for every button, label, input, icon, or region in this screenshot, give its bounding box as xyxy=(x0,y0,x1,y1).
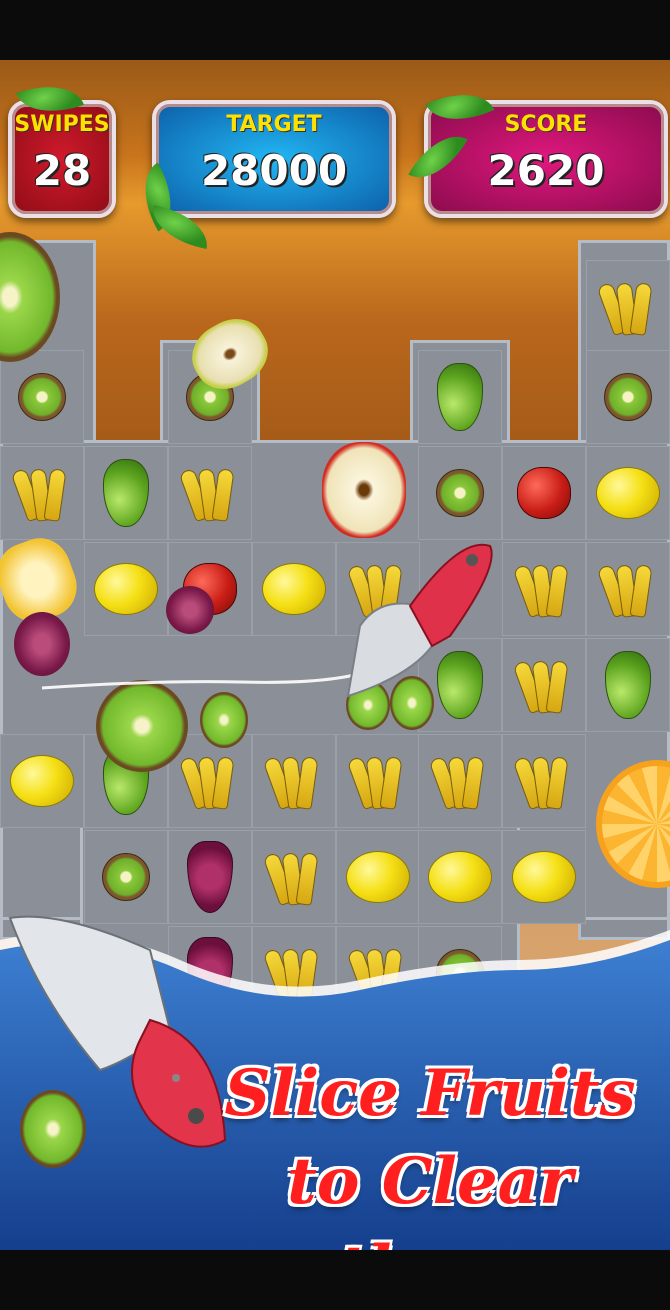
fruit-tile[interactable] xyxy=(418,446,502,540)
lemon-icon xyxy=(428,851,492,903)
banana-icon xyxy=(178,751,239,811)
nav-bar-bottom xyxy=(0,1250,670,1310)
banana-icon xyxy=(596,559,657,619)
banana-icon xyxy=(10,463,71,523)
pear-icon xyxy=(605,651,651,719)
fruit-tile[interactable] xyxy=(252,830,336,924)
caption-line-2: to Clear them xyxy=(287,1144,573,1250)
grape-slice-icon xyxy=(166,586,214,634)
kiwi-slice-icon xyxy=(20,1090,86,1168)
target-label: TARGET xyxy=(226,112,322,137)
banana-icon xyxy=(262,847,323,907)
fruit-tile[interactable] xyxy=(252,542,336,636)
lemon-icon xyxy=(94,563,158,615)
banana-icon xyxy=(512,655,573,715)
lemon-icon xyxy=(512,851,576,903)
grape-icon xyxy=(187,841,233,913)
fruit-tile[interactable] xyxy=(586,638,670,732)
game-scene: SWIPES 28 TARGET 28000 SCORE 2620 Slice … xyxy=(0,60,670,1250)
fruit-tile[interactable] xyxy=(502,830,586,924)
status-bar-top xyxy=(0,0,670,60)
pear-icon xyxy=(103,459,149,527)
banana-icon xyxy=(178,463,239,523)
fruit-tile[interactable] xyxy=(502,542,586,636)
fruit-tile[interactable] xyxy=(586,542,670,636)
promo-caption: Slice Fruits to Clear them xyxy=(220,1050,640,1250)
kiwi-slice-icon xyxy=(200,692,248,748)
knife-icon xyxy=(346,543,493,698)
fruit-tile[interactable] xyxy=(336,830,420,924)
kiwi-icon xyxy=(436,469,484,517)
fruit-tile[interactable] xyxy=(418,734,502,828)
target-panel: TARGET 28000 xyxy=(152,100,396,218)
game-board[interactable] xyxy=(0,240,670,1020)
target-value: 28000 xyxy=(200,146,348,195)
fruit-tile[interactable] xyxy=(502,734,586,828)
apple-slice-icon xyxy=(322,442,406,538)
lemon-icon xyxy=(346,851,410,903)
fruit-tile[interactable] xyxy=(586,260,670,354)
swipes-value: 28 xyxy=(32,146,92,195)
fruit-tile[interactable] xyxy=(418,830,502,924)
fruit-tile[interactable] xyxy=(0,446,84,540)
fruit-tile[interactable] xyxy=(0,734,84,828)
pear-icon xyxy=(437,363,483,431)
fruit-tile[interactable] xyxy=(418,350,502,444)
banana-icon xyxy=(346,751,407,811)
fruit-tile[interactable] xyxy=(336,734,420,828)
swipes-panel: SWIPES 28 xyxy=(8,100,116,218)
banana-icon xyxy=(596,277,657,337)
fruit-tile[interactable] xyxy=(502,638,586,732)
fruit-tile[interactable] xyxy=(252,734,336,828)
fruit-tile[interactable] xyxy=(84,542,168,636)
fruit-tile[interactable] xyxy=(0,350,84,444)
lemon-icon xyxy=(10,755,74,807)
kiwi-icon xyxy=(604,373,652,421)
caption-line-1: Slice Fruits xyxy=(224,1056,636,1131)
slice-trail xyxy=(41,672,359,690)
kiwi-icon xyxy=(102,853,150,901)
fruit-tile[interactable] xyxy=(586,446,670,540)
fruit-tile[interactable] xyxy=(168,446,252,540)
lemon-icon xyxy=(262,563,326,615)
fruit-tile[interactable] xyxy=(84,446,168,540)
swipes-label: SWIPES xyxy=(14,112,110,137)
fruit-tile[interactable] xyxy=(502,446,586,540)
banana-icon xyxy=(262,751,323,811)
banana-icon xyxy=(428,751,489,811)
apple-icon xyxy=(517,467,571,519)
fruit-tile[interactable] xyxy=(586,350,670,444)
lemon-icon xyxy=(596,467,660,519)
banana-icon xyxy=(512,559,573,619)
banana-icon xyxy=(512,751,573,811)
kiwi-icon xyxy=(18,373,66,421)
score-value: 2620 xyxy=(487,146,605,195)
